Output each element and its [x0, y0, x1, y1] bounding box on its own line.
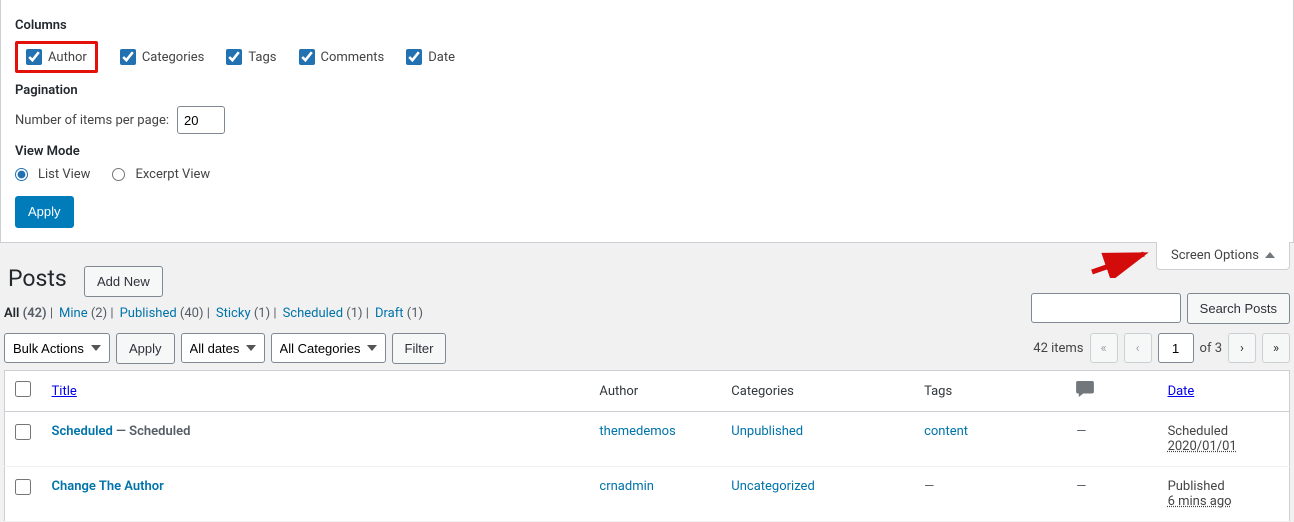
- checkbox-comments[interactable]: [299, 49, 315, 65]
- chevron-up-icon: [1265, 252, 1275, 258]
- date-value: 6 mins ago: [1168, 494, 1232, 509]
- pagination-heading: Pagination: [15, 83, 1279, 98]
- filter-published[interactable]: Published (40): [120, 306, 204, 321]
- author-link[interactable]: crnadmin: [599, 479, 654, 494]
- pagination: 42 items « ‹ of 3 › »: [1033, 333, 1290, 363]
- post-state: — Scheduled: [113, 424, 191, 439]
- view-mode-heading: View Mode: [15, 144, 1279, 159]
- filter-sticky[interactable]: Sticky (1): [216, 306, 270, 321]
- post-title-link[interactable]: Change The Author: [52, 479, 164, 494]
- radio-excerpt-view[interactable]: [112, 168, 125, 181]
- items-per-page-label: Number of items per page:: [15, 113, 169, 128]
- date-status: Scheduled: [1168, 424, 1228, 439]
- select-all-checkbox[interactable]: [15, 381, 31, 397]
- main-content: Screen Options Posts Add New Search Post…: [0, 243, 1294, 522]
- next-page-button[interactable]: ›: [1228, 333, 1256, 363]
- comments-cell: —: [1076, 424, 1086, 439]
- items-per-page-input[interactable]: [177, 106, 225, 134]
- checkbox-label: Comments: [321, 50, 385, 65]
- view-mode-row: List View Excerpt View: [15, 167, 1279, 182]
- checkbox-label: Author: [48, 50, 87, 65]
- checkbox-tags[interactable]: [226, 49, 242, 65]
- column-toggle-comments[interactable]: Comments: [299, 49, 385, 65]
- filter-mine[interactable]: Mine (2): [59, 306, 107, 321]
- filter-button[interactable]: Filter: [392, 333, 447, 365]
- pagination-row: Number of items per page:: [15, 106, 1279, 134]
- date-value: 2020/01/01: [1168, 439, 1237, 454]
- search-button[interactable]: Search Posts: [1187, 293, 1290, 325]
- column-header-categories: Categories: [721, 371, 914, 412]
- apply-button[interactable]: Apply: [15, 196, 74, 228]
- filter-all[interactable]: All (42): [4, 306, 47, 321]
- checkbox-label: Date: [428, 50, 455, 65]
- current-page-input[interactable]: [1158, 333, 1194, 363]
- columns-heading: Columns: [15, 18, 1279, 33]
- category-filter-select[interactable]: All Categories: [271, 333, 386, 363]
- column-toggle-categories[interactable]: Categories: [120, 49, 205, 65]
- date-status: Published: [1168, 479, 1225, 494]
- comments-cell: —: [1076, 479, 1086, 494]
- column-toggle-author[interactable]: Author: [15, 41, 98, 73]
- columns-checkbox-row: Author Categories Tags Comments Date: [15, 41, 1279, 73]
- category-link[interactable]: Unpublished: [731, 424, 803, 439]
- view-mode-list[interactable]: List View: [15, 167, 90, 182]
- table-row: Change The Author crnadmin Uncategorized…: [5, 467, 1290, 522]
- column-toggle-date[interactable]: Date: [406, 49, 455, 65]
- tablenav-top: Bulk Actions Apply All dates All Categor…: [4, 333, 1290, 365]
- search-box: Search Posts: [1031, 293, 1290, 325]
- row-checkbox[interactable]: [15, 479, 31, 495]
- bulk-apply-button[interactable]: Apply: [116, 333, 175, 365]
- tag-link[interactable]: content: [924, 424, 968, 439]
- items-count: 42 items: [1033, 341, 1083, 356]
- checkbox-author[interactable]: [26, 49, 42, 65]
- total-pages-text: of 3: [1200, 341, 1222, 356]
- checkbox-label: Tags: [248, 50, 276, 65]
- tags-cell: —: [924, 479, 934, 494]
- author-link[interactable]: themedemos: [599, 424, 675, 439]
- prev-page-button: ‹: [1124, 333, 1152, 363]
- first-page-button: «: [1090, 333, 1118, 363]
- radio-label: Excerpt View: [135, 167, 210, 182]
- checkbox-categories[interactable]: [120, 49, 136, 65]
- column-toggle-tags[interactable]: Tags: [226, 49, 276, 65]
- search-input[interactable]: [1031, 293, 1181, 323]
- bulk-actions: Bulk Actions Apply All dates All Categor…: [4, 333, 446, 365]
- category-link[interactable]: Uncategorized: [731, 479, 814, 494]
- last-page-button[interactable]: »: [1262, 333, 1290, 363]
- filter-scheduled[interactable]: Scheduled (1): [283, 306, 363, 321]
- radio-list-view[interactable]: [15, 168, 28, 181]
- view-mode-excerpt[interactable]: Excerpt View: [112, 167, 210, 182]
- annotation-arrow-icon: [1088, 248, 1152, 278]
- comment-icon: [1076, 386, 1094, 401]
- checkbox-label: Categories: [142, 50, 205, 65]
- posts-table: Title Author Categories Tags Date Schedu…: [4, 370, 1290, 522]
- date-filter-select[interactable]: All dates: [181, 333, 265, 363]
- filter-draft[interactable]: Draft (1): [375, 306, 423, 321]
- checkbox-date[interactable]: [406, 49, 422, 65]
- column-header-author: Author: [589, 371, 721, 412]
- screen-options-tab[interactable]: Screen Options: [1156, 242, 1290, 270]
- screen-options-panel: Columns Author Categories Tags Comments …: [0, 0, 1294, 243]
- post-title-link[interactable]: Scheduled: [52, 424, 113, 439]
- radio-label: List View: [38, 167, 90, 182]
- column-header-title[interactable]: Title: [52, 384, 77, 399]
- screen-options-tab-label: Screen Options: [1171, 248, 1259, 263]
- row-checkbox[interactable]: [15, 424, 31, 440]
- column-header-tags: Tags: [914, 371, 1066, 412]
- bulk-actions-select[interactable]: Bulk Actions: [4, 333, 110, 363]
- column-header-date[interactable]: Date: [1168, 384, 1195, 399]
- add-new-button[interactable]: Add New: [84, 266, 163, 298]
- table-row: Scheduled — Scheduled themedemos Unpubli…: [5, 412, 1290, 467]
- page-title: Posts: [8, 265, 67, 292]
